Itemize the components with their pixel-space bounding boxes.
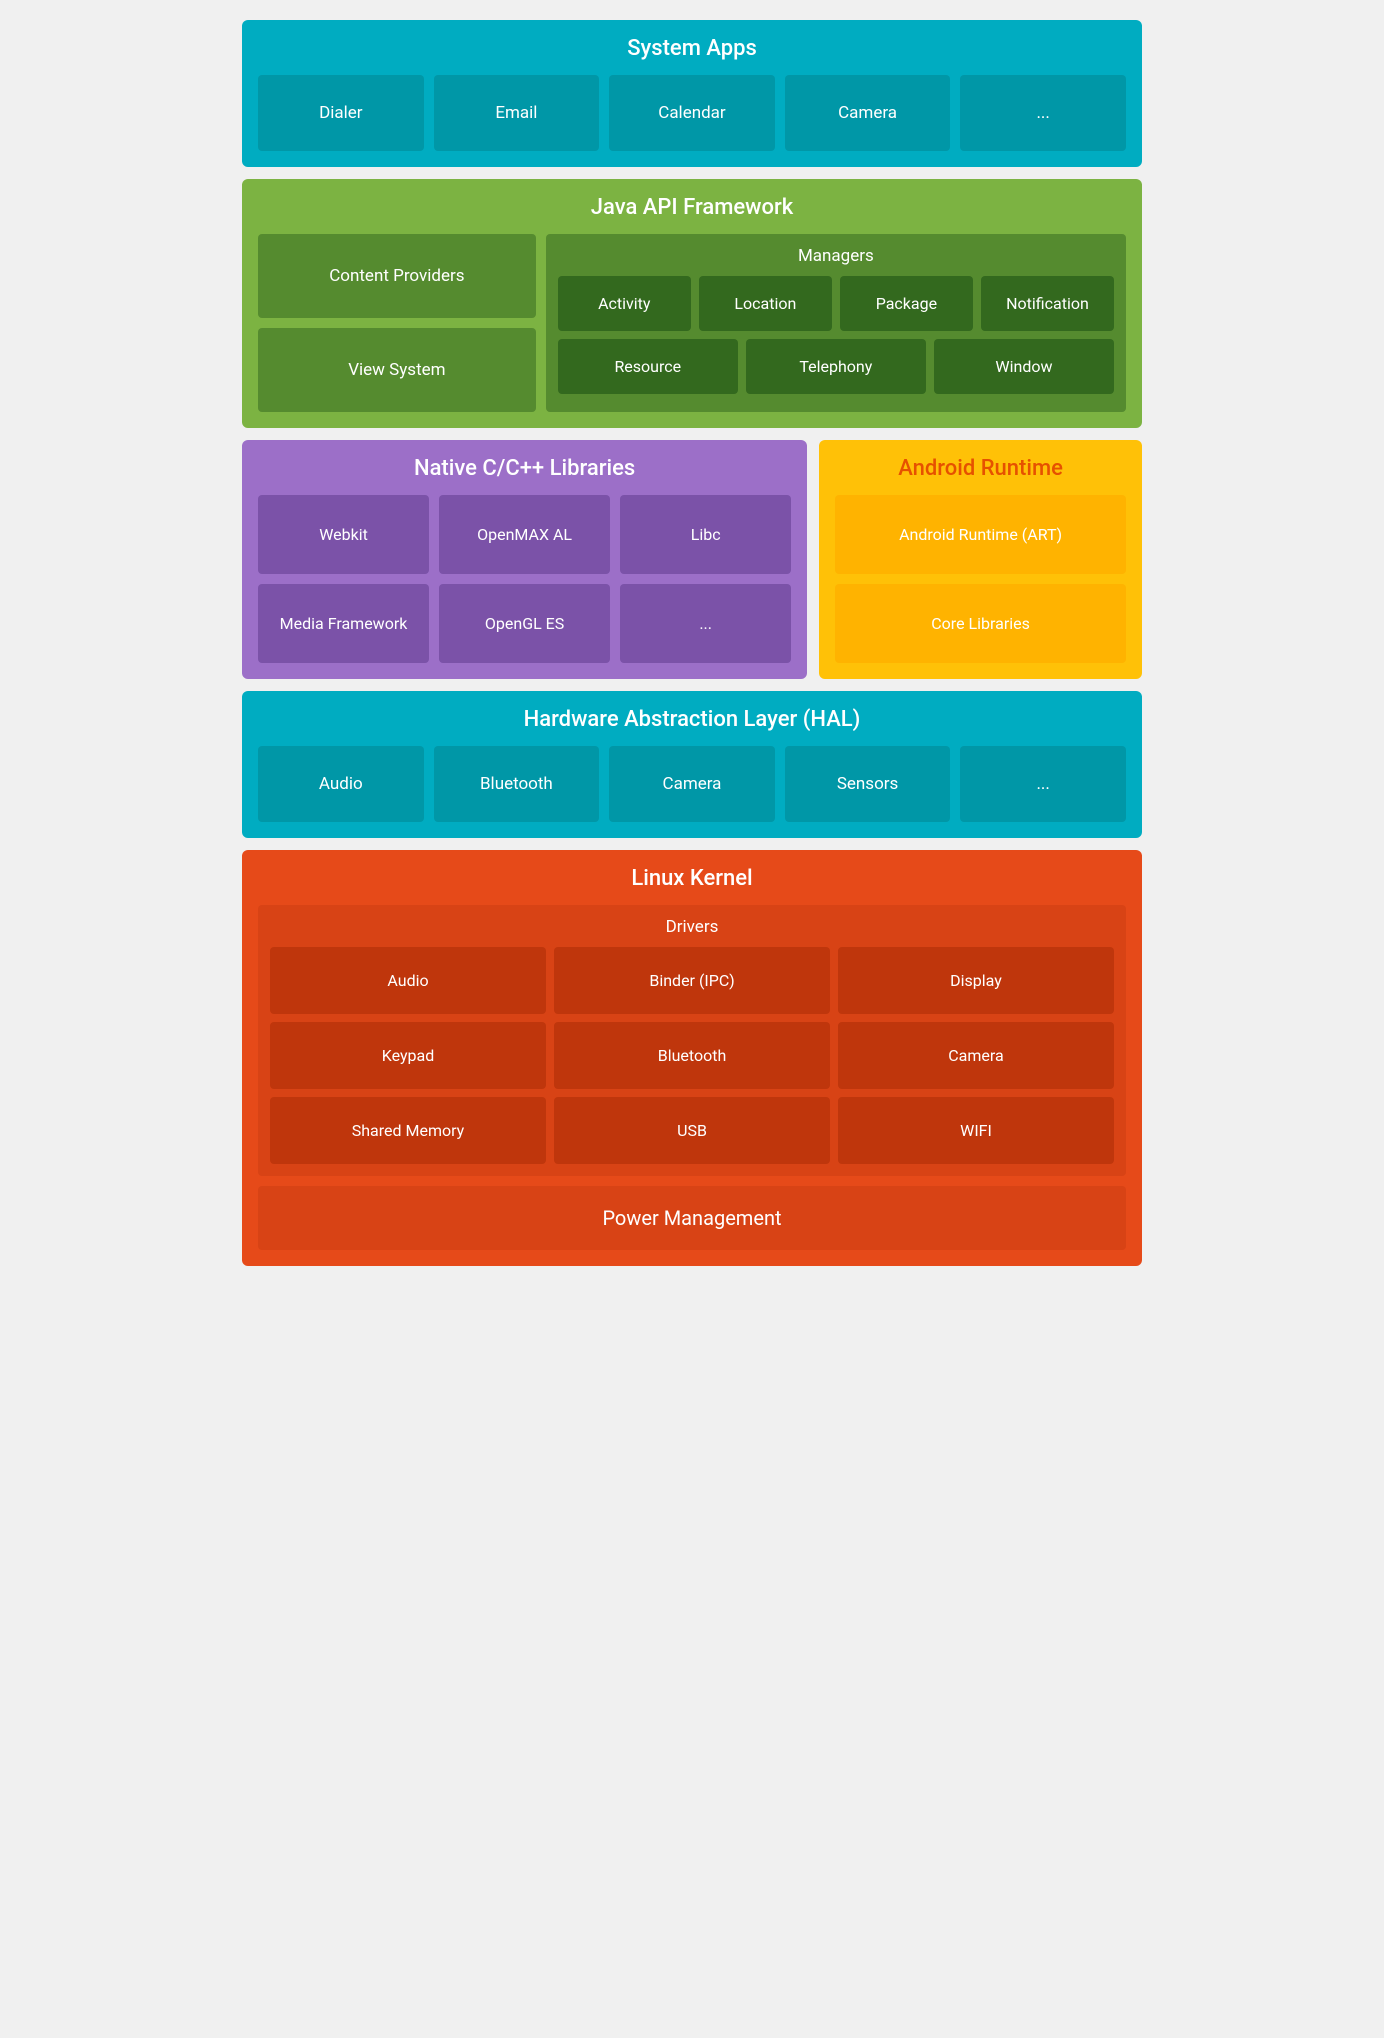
hal-more-card: ... (960, 746, 1126, 822)
managers-section: Managers Activity Location Package Notif… (546, 234, 1126, 412)
content-providers-card: Content Providers (258, 234, 536, 318)
java-api-section: Java API Framework Content Providers Vie… (242, 179, 1142, 428)
package-manager: Package (840, 276, 973, 331)
drivers-section: Drivers Audio Binder (IPC) Display Keypa… (258, 905, 1126, 1176)
resource-manager: Resource (558, 339, 738, 394)
wifi-driver: WIFI (838, 1097, 1114, 1164)
managers-row-1: Activity Location Package Notification (558, 276, 1114, 331)
java-api-content: Content Providers View System Managers A… (258, 234, 1126, 412)
calendar-card: Calendar (609, 75, 775, 151)
location-manager: Location (699, 276, 832, 331)
activity-manager: Activity (558, 276, 691, 331)
managers-row-2: Resource Telephony Window (558, 339, 1114, 394)
linux-kernel-title: Linux Kernel (258, 866, 1126, 891)
keypad-driver: Keypad (270, 1022, 546, 1089)
android-architecture-diagram: System Apps Dialer Email Calendar Camera… (242, 20, 1142, 1266)
camera-driver: Camera (838, 1022, 1114, 1089)
usb-driver: USB (554, 1097, 830, 1164)
drivers-row-2: Keypad Bluetooth Camera (270, 1022, 1114, 1089)
dialer-card: Dialer (258, 75, 424, 151)
email-card: Email (434, 75, 600, 151)
shared-memory-driver: Shared Memory (270, 1097, 546, 1164)
android-runtime-title: Android Runtime (835, 456, 1126, 481)
libc-card: Libc (620, 495, 791, 574)
system-apps-cards: Dialer Email Calendar Camera ... (258, 75, 1126, 151)
display-driver: Display (838, 947, 1114, 1014)
native-libs-grid: Webkit OpenMAX AL Libc Media Framework O… (258, 495, 791, 663)
system-apps-section: System Apps Dialer Email Calendar Camera… (242, 20, 1142, 167)
native-libs-section: Native C/C++ Libraries Webkit OpenMAX AL… (242, 440, 807, 679)
webkit-card: Webkit (258, 495, 429, 574)
bluetooth-driver: Bluetooth (554, 1022, 830, 1089)
telephony-manager: Telephony (746, 339, 926, 394)
binder-driver: Binder (IPC) (554, 947, 830, 1014)
drivers-title: Drivers (270, 917, 1114, 937)
java-api-left: Content Providers View System (258, 234, 536, 412)
java-api-title: Java API Framework (258, 195, 1126, 220)
core-libraries-card: Core Libraries (835, 584, 1126, 663)
hal-section: Hardware Abstraction Layer (HAL) Audio B… (242, 691, 1142, 838)
linux-kernel-section: Linux Kernel Drivers Audio Binder (IPC) … (242, 850, 1142, 1266)
opengl-card: OpenGL ES (439, 584, 610, 663)
art-card: Android Runtime (ART) (835, 495, 1126, 574)
view-system-card: View System (258, 328, 536, 412)
notification-manager: Notification (981, 276, 1114, 331)
camera-card: Camera (785, 75, 951, 151)
openmax-card: OpenMAX AL (439, 495, 610, 574)
hal-sensors-card: Sensors (785, 746, 951, 822)
managers-grid: Activity Location Package Notification R… (558, 276, 1114, 394)
native-libs-title: Native C/C++ Libraries (258, 456, 791, 481)
hal-bluetooth-card: Bluetooth (434, 746, 600, 822)
window-manager: Window (934, 339, 1114, 394)
media-framework-card: Media Framework (258, 584, 429, 663)
audio-driver: Audio (270, 947, 546, 1014)
drivers-row-3: Shared Memory USB WIFI (270, 1097, 1114, 1164)
more-card: ... (960, 75, 1126, 151)
hal-title: Hardware Abstraction Layer (HAL) (258, 707, 1126, 732)
drivers-row-1: Audio Binder (IPC) Display (270, 947, 1114, 1014)
middle-row: Native C/C++ Libraries Webkit OpenMAX AL… (242, 440, 1142, 679)
hal-audio-card: Audio (258, 746, 424, 822)
system-apps-title: System Apps (258, 36, 1126, 61)
android-runtime-section: Android Runtime Android Runtime (ART) Co… (819, 440, 1142, 679)
hal-cards: Audio Bluetooth Camera Sensors ... (258, 746, 1126, 822)
native-more-card: ... (620, 584, 791, 663)
hal-camera-card: Camera (609, 746, 775, 822)
managers-title: Managers (558, 246, 1114, 266)
drivers-grid: Audio Binder (IPC) Display Keypad Blueto… (270, 947, 1114, 1164)
power-management: Power Management (258, 1186, 1126, 1250)
